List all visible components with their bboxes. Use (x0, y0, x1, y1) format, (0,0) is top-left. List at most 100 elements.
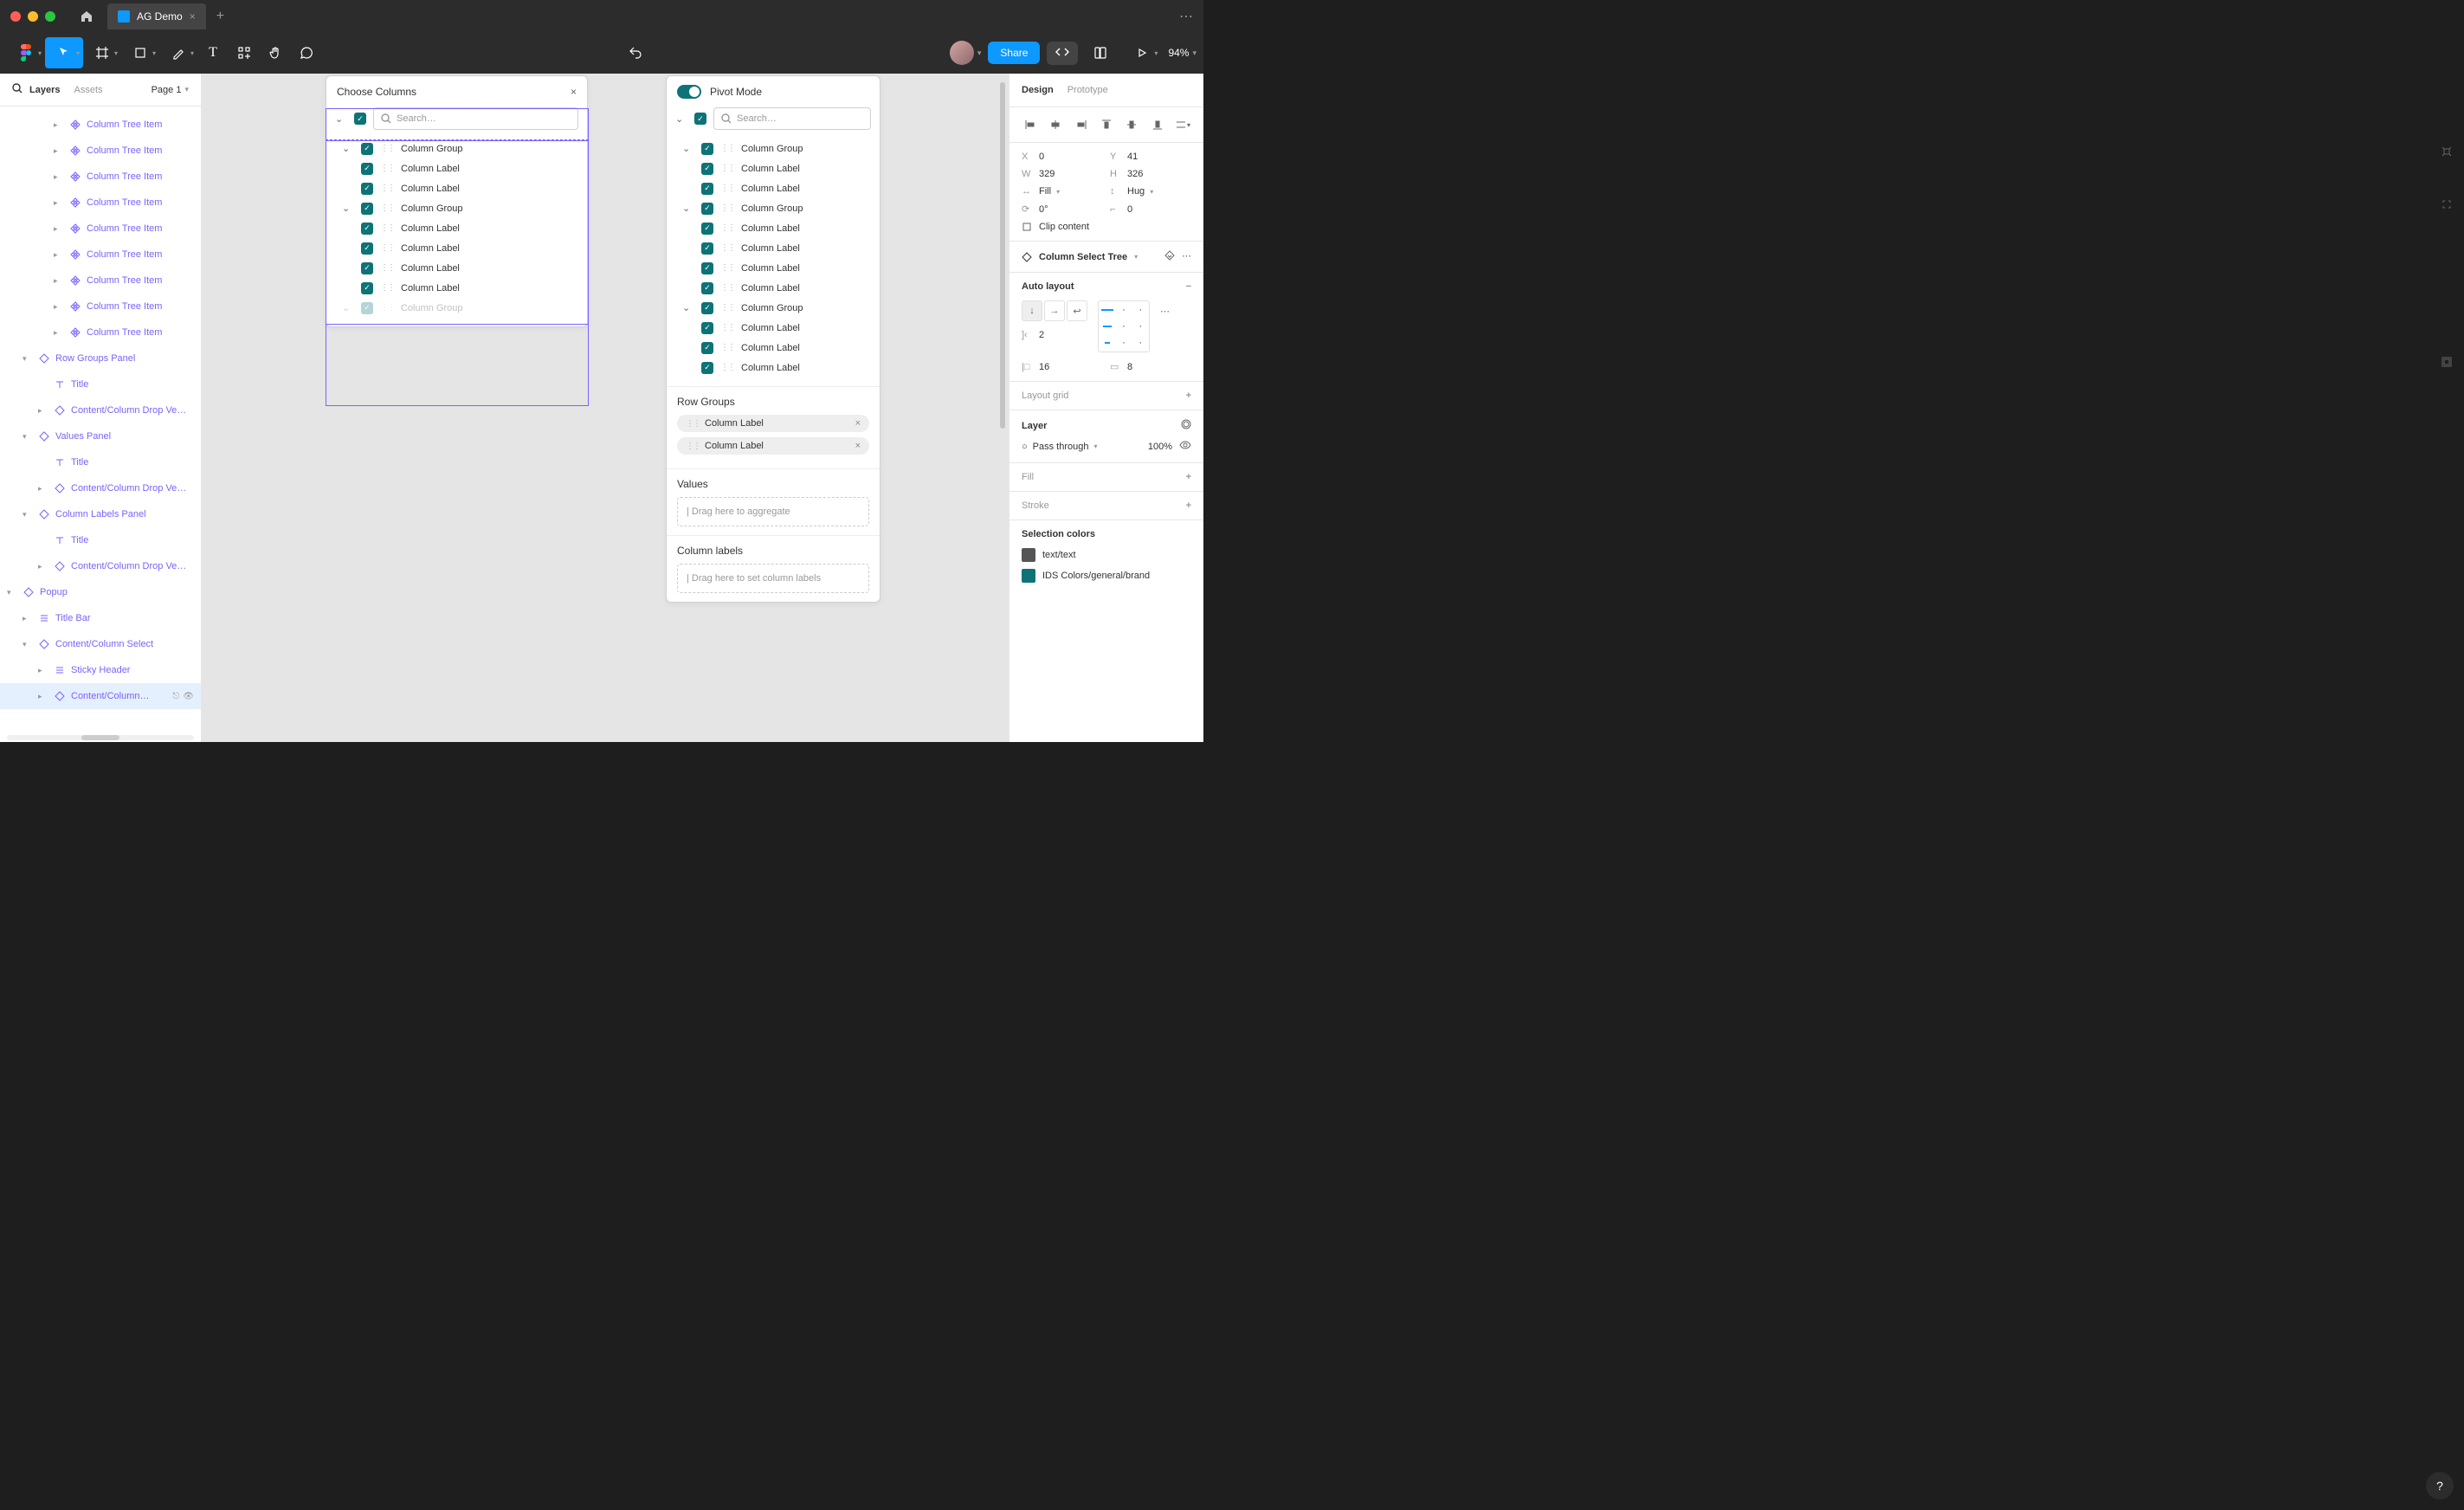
shape-tool-button[interactable] (121, 37, 159, 68)
chevron-down-icon[interactable]: ⌄ (682, 203, 694, 214)
add-fill-icon[interactable]: + (1186, 472, 1191, 482)
column-checkbox[interactable]: ✓ (361, 223, 373, 235)
column-checkbox[interactable]: ✓ (701, 183, 713, 195)
direction-wrap-button[interactable]: ↩ (1067, 300, 1087, 321)
chevron-down-icon[interactable]: ⌄ (342, 302, 354, 313)
gap-field[interactable]: 2 (1039, 330, 1044, 340)
history-icon[interactable] (620, 37, 651, 68)
page-select[interactable]: Page 1 ▾ (152, 85, 189, 95)
column-checkbox[interactable]: ✓ (701, 282, 713, 294)
visibility-icon[interactable] (1179, 439, 1191, 454)
column-item-row[interactable]: ✓⋮⋮Column Label (335, 258, 578, 278)
blend-mode-select[interactable]: Pass through (1033, 442, 1089, 452)
search-input[interactable]: Search… (713, 107, 871, 130)
pivot-toggle[interactable] (677, 85, 701, 99)
column-group-row[interactable]: ⌄✓⋮⋮Column Group (675, 139, 871, 158)
column-item-row[interactable]: ✓⋮⋮Column Label (675, 178, 871, 198)
column-checkbox[interactable]: ✓ (701, 163, 713, 175)
search-icon[interactable] (12, 82, 23, 98)
layer-row[interactable]: Title (0, 449, 201, 475)
more-icon[interactable]: ⋯ (1182, 250, 1191, 263)
visibility-icon[interactable]: 👁 (183, 692, 194, 701)
share-button[interactable]: Share (988, 42, 1040, 64)
hand-tool-button[interactable] (260, 37, 291, 68)
column-checkbox[interactable]: ✓ (361, 302, 373, 314)
select-all-checkbox[interactable]: ✓ (694, 113, 706, 125)
text-tool-button[interactable]: T (197, 37, 229, 68)
layer-row[interactable]: ▸Column Tree Item (0, 268, 201, 294)
align-right-icon[interactable] (1073, 116, 1090, 133)
drag-handle-icon[interactable]: ⋮⋮ (720, 343, 734, 352)
column-item-row[interactable]: ✓⋮⋮Column Label (335, 158, 578, 178)
present-button[interactable] (1123, 37, 1161, 68)
layer-row[interactable]: ▸Column Tree Item (0, 216, 201, 242)
column-checkbox[interactable]: ✓ (701, 322, 713, 334)
column-checkbox[interactable]: ✓ (361, 242, 373, 255)
column-checkbox[interactable]: ✓ (361, 163, 373, 175)
layer-row[interactable]: ▸Column Tree Item (0, 138, 201, 164)
column-labels-drop-zone[interactable]: | Drag here to set column labels (677, 564, 869, 593)
drag-handle-icon[interactable]: ⋮⋮ (720, 223, 734, 233)
drag-handle-icon[interactable]: ⋮⋮ (720, 243, 734, 253)
vert-sizing[interactable]: Hug (1127, 186, 1145, 197)
new-tab-button[interactable]: + (216, 9, 224, 24)
prototype-tab[interactable]: Prototype (1068, 85, 1108, 95)
variant-select[interactable]: Column Select Tree (1039, 252, 1127, 262)
y-field[interactable]: 41 (1127, 152, 1138, 162)
column-item-row[interactable]: ✓⋮⋮Column Label (675, 218, 871, 238)
main-menu-button[interactable] (7, 37, 45, 68)
layer-row[interactable]: ▸Title Bar (0, 605, 201, 631)
color-swatch[interactable] (1022, 548, 1035, 562)
drag-handle-icon[interactable]: ⋮⋮ (720, 144, 734, 153)
drag-handle-icon[interactable]: ⋮⋮ (720, 323, 734, 332)
align-top-icon[interactable] (1098, 116, 1115, 133)
drag-handle-icon[interactable]: ⋮⋮ (720, 184, 734, 193)
column-checkbox[interactable]: ✓ (701, 143, 713, 155)
layer-row[interactable]: ▸Sticky Header (0, 657, 201, 683)
h-field[interactable]: 326 (1127, 169, 1143, 179)
direction-vertical-button[interactable]: ↓ (1022, 300, 1042, 321)
selection-color-row[interactable]: text/text (1022, 548, 1191, 562)
column-item-row[interactable]: ✓⋮⋮Column Label (675, 318, 871, 338)
column-item-row[interactable]: ✓⋮⋮Column Label (675, 158, 871, 178)
column-item-row[interactable]: ✓⋮⋮Column Label (675, 338, 871, 358)
select-all-checkbox[interactable]: ✓ (354, 113, 366, 125)
column-group-row[interactable]: ⌄✓⋮⋮Column Group (335, 198, 578, 218)
column-checkbox[interactable]: ✓ (701, 262, 713, 274)
chevron-down-icon[interactable]: ⌄ (342, 143, 354, 154)
align-bottom-icon[interactable] (1149, 116, 1166, 133)
layer-row[interactable]: ▸Column Tree Item (0, 112, 201, 138)
rotation-field[interactable]: 0° (1039, 204, 1048, 215)
distribute-icon[interactable]: ▾ (1174, 116, 1191, 133)
column-item-row[interactable]: ✓⋮⋮Column Label (335, 218, 578, 238)
canvas[interactable]: Choose Columns × ⌄ ✓ Search… ⌄✓⋮⋮Column … (202, 74, 1009, 742)
component-link-icon[interactable] (1164, 250, 1175, 263)
window-menu-icon[interactable]: ⋯ (1179, 8, 1193, 25)
add-stroke-icon[interactable]: + (1186, 500, 1191, 511)
dev-mode-button[interactable] (1047, 42, 1078, 65)
layer-row[interactable]: Title (0, 527, 201, 553)
assets-tab[interactable]: Assets (74, 85, 102, 95)
layer-row[interactable]: ▸Column Tree Item (0, 164, 201, 190)
maximize-window-icon[interactable] (45, 11, 55, 22)
column-item-row[interactable]: ✓⋮⋮Column Label (335, 278, 578, 298)
drag-handle-icon[interactable]: ⋮⋮ (380, 184, 394, 193)
move-tool-button[interactable] (45, 37, 83, 68)
horizontal-scrollbar[interactable] (7, 735, 194, 740)
layer-row[interactable]: ▾Values Panel (0, 423, 201, 449)
color-swatch[interactable] (1022, 569, 1035, 583)
drag-handle-icon[interactable]: ⋮⋮ (380, 263, 394, 273)
layer-row[interactable]: ▾Row Groups Panel (0, 345, 201, 371)
chevron-down-icon[interactable]: ⌄ (335, 113, 347, 125)
align-left-icon[interactable] (1022, 116, 1039, 133)
clip-content-checkbox[interactable]: Clip content (1039, 222, 1089, 232)
layer-settings-icon[interactable] (1181, 419, 1191, 432)
drag-handle-icon[interactable]: ⋮⋮ (720, 363, 734, 372)
column-group-row[interactable]: ⌄✓⋮⋮Column Group (335, 139, 578, 158)
layer-row[interactable]: ▸Content/Column Drop Ve… (0, 397, 201, 423)
drag-handle-icon[interactable]: ⋮⋮ (380, 164, 394, 173)
layer-row[interactable]: Title (0, 371, 201, 397)
column-item-row[interactable]: ✓⋮⋮Column Label (335, 178, 578, 198)
column-checkbox[interactable]: ✓ (361, 203, 373, 215)
remove-autolayout-icon[interactable]: − (1186, 281, 1191, 292)
